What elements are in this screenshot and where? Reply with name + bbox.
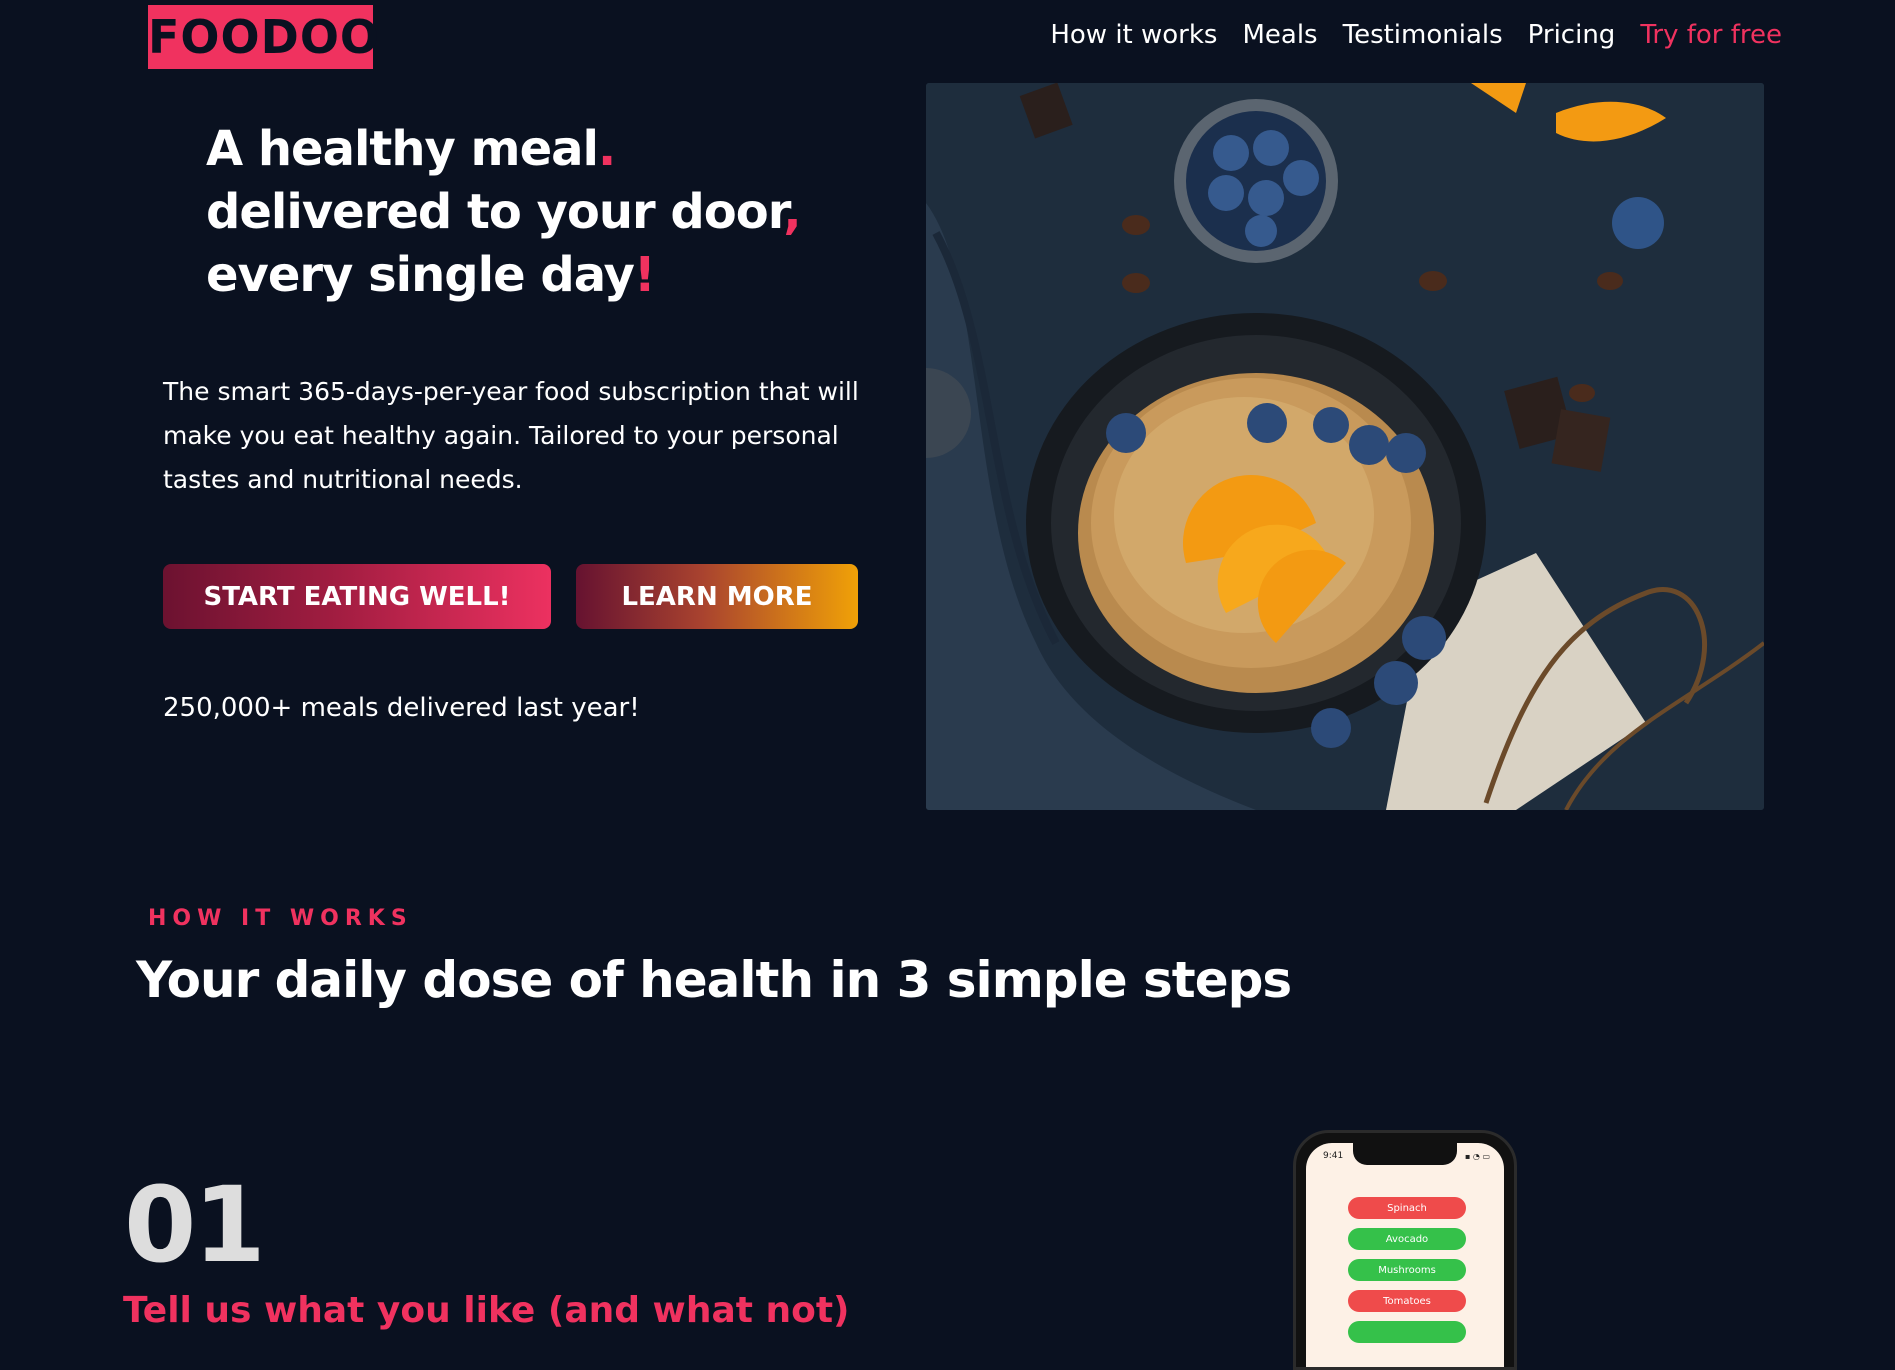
hero-food-image	[926, 83, 1764, 810]
food-pill-next[interactable]	[1348, 1321, 1466, 1343]
phone-status-icons: ▪ ◔ ▭	[1464, 1152, 1490, 1161]
phone-screen: 9:41 ▪ ◔ ▭ Spinach Avocado Mushrooms Tom…	[1306, 1143, 1504, 1367]
nav-pricing[interactable]: Pricing	[1528, 17, 1616, 53]
section-eyebrow: HOW IT WORKS	[148, 906, 413, 931]
hero-title: A healthy meal. delivered to your door, …	[206, 118, 802, 307]
hero-title-accent-exclamation: !	[633, 247, 656, 303]
hero-title-line2: delivered to your door	[206, 184, 784, 240]
food-pill-spinach[interactable]: Spinach	[1348, 1197, 1466, 1219]
nav-how-it-works[interactable]: How it works	[1050, 17, 1217, 53]
hero-title-accent-comma: ,	[783, 184, 801, 240]
step-number: 01	[124, 1164, 266, 1286]
main-nav: How it works Meals Testimonials Pricing …	[1050, 17, 1782, 53]
hero-title-line1: A healthy meal	[206, 121, 599, 177]
nav-meals[interactable]: Meals	[1242, 17, 1317, 53]
start-eating-well-button[interactable]: START EATING WELL!	[163, 564, 551, 629]
meals-delivered-stat: 250,000+ meals delivered last year!	[163, 693, 640, 723]
brand-logo[interactable]: FOODOO	[148, 5, 379, 69]
section-title: Your daily dose of health in 3 simple st…	[136, 951, 1292, 1009]
food-pill-avocado[interactable]: Avocado	[1348, 1228, 1466, 1250]
food-pill-mushrooms[interactable]: Mushrooms	[1348, 1259, 1466, 1281]
hero-title-accent-dot: .	[597, 121, 616, 177]
nav-testimonials[interactable]: Testimonials	[1343, 17, 1503, 53]
hero-title-line3: every single day	[206, 247, 635, 303]
phone-mockup: 9:41 ▪ ◔ ▭ Spinach Avocado Mushrooms Tom…	[1293, 1130, 1517, 1370]
phone-time: 9:41	[1323, 1151, 1344, 1161]
pancake-skillet-illustration	[926, 83, 1764, 810]
phone-notch	[1353, 1143, 1457, 1165]
food-pill-tomatoes[interactable]: Tomatoes	[1348, 1290, 1466, 1312]
hero-description: The smart 365-days-per-year food subscri…	[163, 377, 859, 494]
step-title: Tell us what you like (and what not)	[123, 1290, 850, 1331]
learn-more-button[interactable]: LEARN MORE	[576, 564, 858, 629]
nav-try-for-free[interactable]: Try for free	[1640, 17, 1782, 53]
